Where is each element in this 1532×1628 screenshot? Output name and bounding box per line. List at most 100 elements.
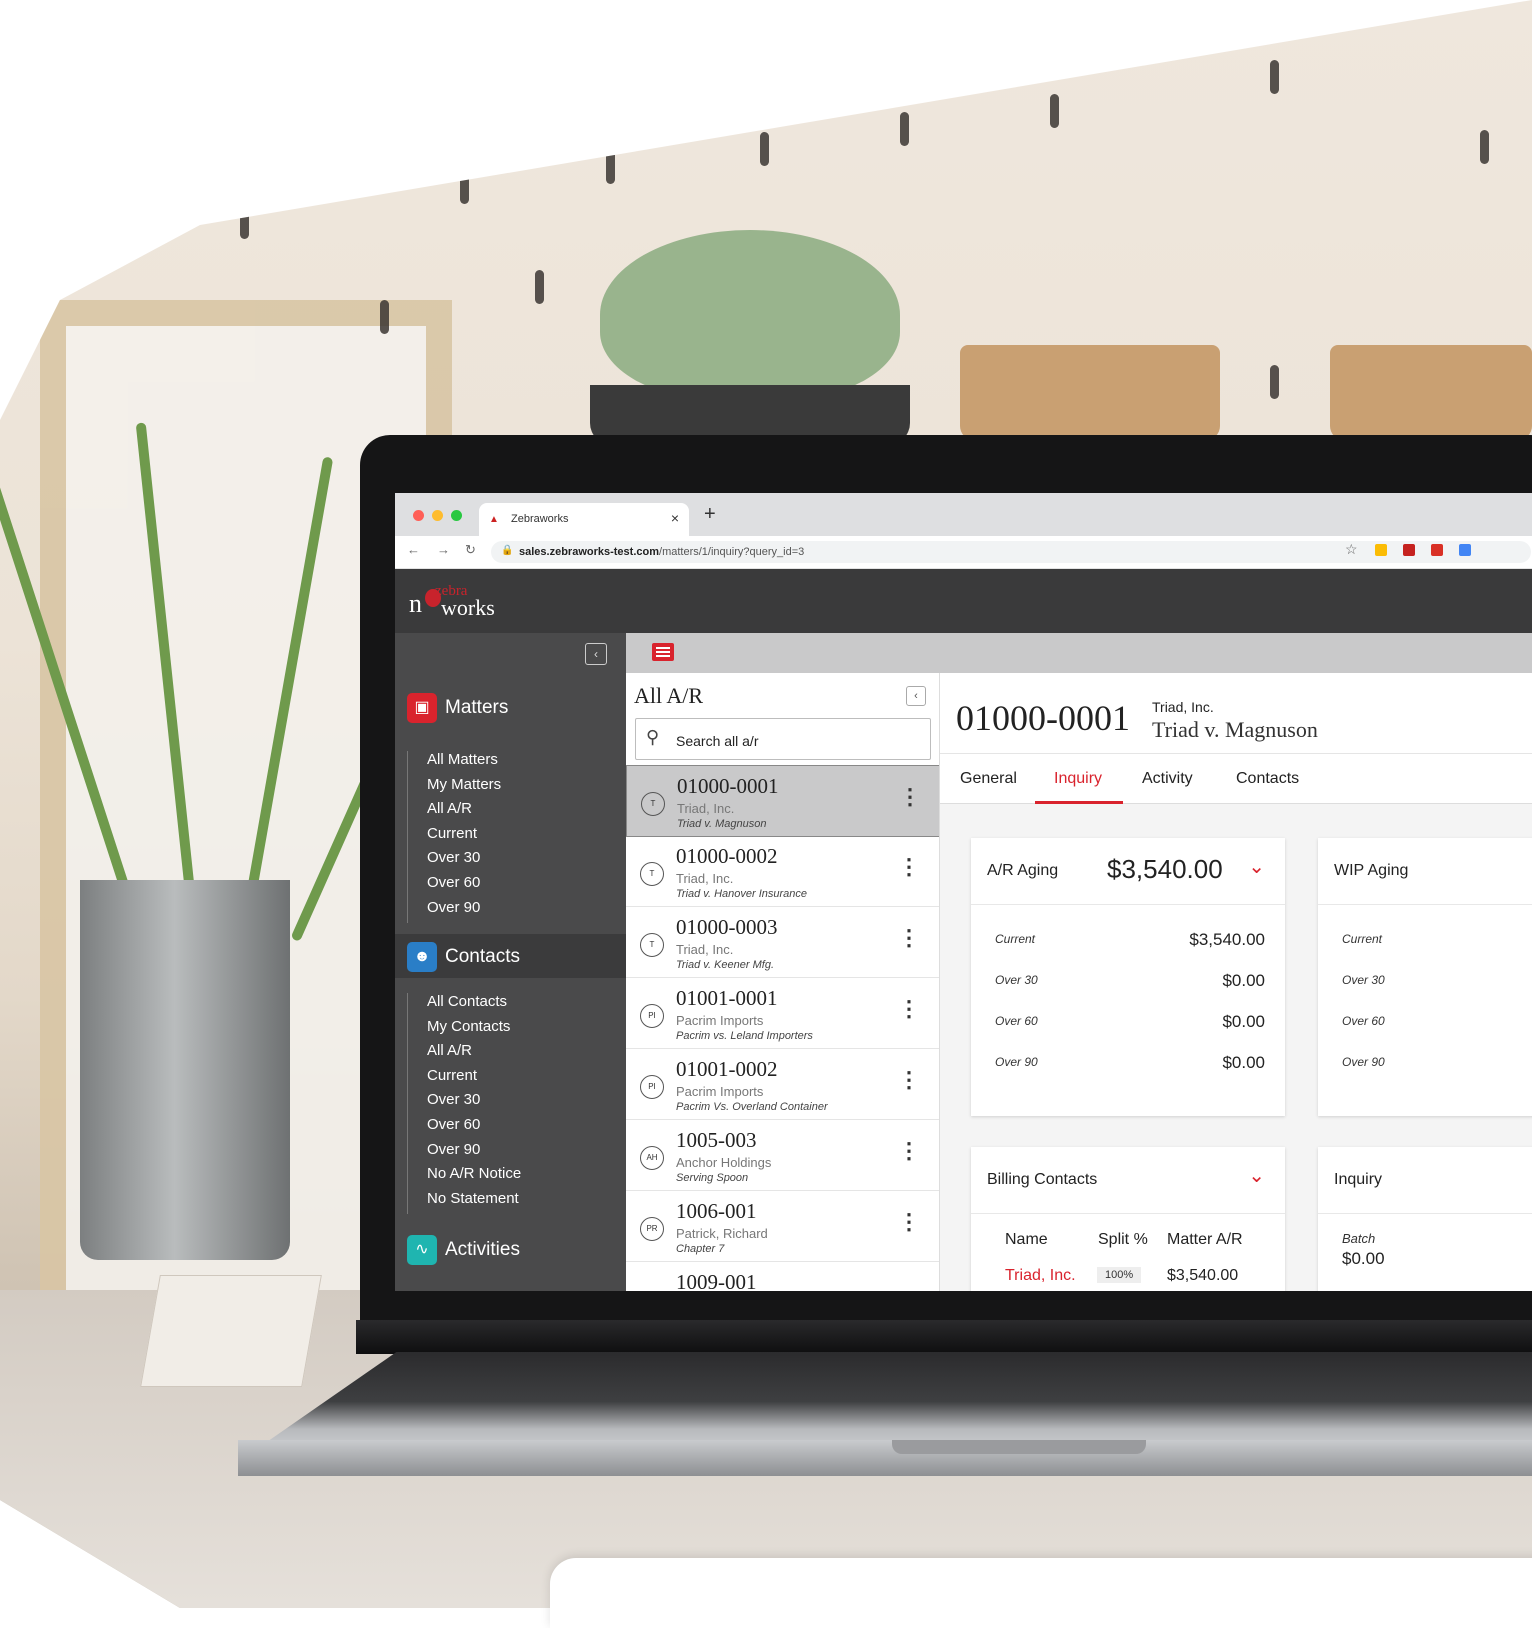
client-name: Triad, Inc. bbox=[677, 801, 735, 816]
laptop-front-edge bbox=[238, 1440, 1532, 1476]
client-name: Pacrim Imports bbox=[676, 1084, 764, 1099]
more-options-icon[interactable]: ⋮ bbox=[898, 1067, 920, 1093]
list-item[interactable]: T 01000-0003 Triad, Inc. Triad v. Keener… bbox=[626, 907, 939, 978]
sidebar-item-all-ar[interactable]: All A/R bbox=[408, 1042, 521, 1067]
sidebar-item-current[interactable]: Current bbox=[408, 825, 501, 850]
sidebar-item-over-60[interactable]: Over 60 bbox=[408, 1116, 521, 1141]
sidebar-item-current[interactable]: Current bbox=[408, 1067, 521, 1092]
sidebar-item-all-matters[interactable]: All Matters bbox=[408, 751, 501, 776]
bookmark-star-icon[interactable]: ☆ bbox=[1345, 541, 1358, 558]
pegboard-hole bbox=[240, 205, 249, 239]
pegboard-hole bbox=[1480, 130, 1489, 164]
close-window-button[interactable] bbox=[413, 510, 424, 521]
batch-value: $0.00 bbox=[1342, 1249, 1385, 1268]
aging-label: Over 90 bbox=[995, 1055, 1038, 1069]
billing-contacts-card: Billing Contacts ⌄ Name Split % Matter A… bbox=[971, 1147, 1285, 1291]
more-options-icon[interactable]: ⋮ bbox=[898, 925, 920, 951]
list-item[interactable]: AH 1005-003 Anchor Holdings Serving Spoo… bbox=[626, 1120, 939, 1191]
pegboard-hole bbox=[1270, 60, 1279, 94]
tab-activity[interactable]: Activity bbox=[1142, 770, 1193, 788]
search-input[interactable]: ⚲ Search all a/r bbox=[635, 718, 931, 760]
billing-contact-link[interactable]: Triad, Inc. bbox=[1005, 1267, 1076, 1285]
batch-label: Batch bbox=[1342, 1231, 1376, 1246]
sidebar-item-over-90[interactable]: Over 90 bbox=[408, 1141, 521, 1166]
aging-label: Current bbox=[1342, 932, 1383, 946]
card-title: Billing Contacts bbox=[987, 1171, 1098, 1188]
search-placeholder: Search all a/r bbox=[676, 733, 759, 749]
list-item[interactable]: PI 01001-0002 Pacrim Imports Pacrim Vs. … bbox=[626, 1049, 939, 1120]
aging-value: $0.00 bbox=[1222, 1012, 1265, 1031]
case-name: Pacrim vs. Leland Importers bbox=[676, 1030, 813, 1042]
sidebar-section-activities[interactable]: ∿ Activities bbox=[395, 1227, 626, 1271]
avatar: AH bbox=[640, 1146, 664, 1170]
tab-inquiry[interactable]: Inquiry bbox=[1054, 770, 1102, 788]
sidebar-item-over-30[interactable]: Over 30 bbox=[408, 849, 501, 874]
column-header: Matter A/R bbox=[1167, 1231, 1243, 1248]
sidebar-item-over-90[interactable]: Over 90 bbox=[408, 899, 501, 924]
back-arrow-icon[interactable]: ← bbox=[407, 542, 420, 557]
case-name: Chapter 7 bbox=[676, 1243, 725, 1255]
sidebar-item-no-ar-notice[interactable]: No A/R Notice bbox=[408, 1165, 521, 1190]
aging-label: Current bbox=[995, 932, 1036, 946]
minimize-window-button[interactable] bbox=[432, 510, 443, 521]
browser-address-bar: ← → ↻ 🔒 sales.zebraworks-test.com/matter… bbox=[395, 536, 1532, 569]
tab-contacts[interactable]: Contacts bbox=[1236, 770, 1299, 788]
collapse-list-button[interactable]: ‹ bbox=[906, 686, 926, 706]
sidebar-item-my-contacts[interactable]: My Contacts bbox=[408, 1018, 521, 1043]
more-options-icon[interactable]: ⋮ bbox=[898, 1209, 920, 1235]
gmail-extension-icon[interactable] bbox=[1403, 544, 1415, 556]
more-options-icon[interactable]: ⋮ bbox=[899, 784, 921, 810]
calendar-extension-icon[interactable] bbox=[1431, 544, 1443, 556]
sidebar-section-contacts[interactable]: ☻ Contacts bbox=[395, 934, 626, 978]
more-options-icon[interactable]: ⋮ bbox=[898, 854, 920, 880]
aging-label: Over 30 bbox=[1342, 973, 1385, 987]
notebook bbox=[140, 1275, 322, 1387]
list-item[interactable]: T 01000-0002 Triad, Inc. Triad v. Hanove… bbox=[626, 836, 939, 907]
avatar: T bbox=[640, 862, 664, 886]
aging-value: $0.00 bbox=[1222, 1053, 1265, 1072]
briefcase-icon: ▣ bbox=[407, 693, 437, 723]
maximize-window-button[interactable] bbox=[451, 510, 462, 521]
more-options-icon[interactable]: ⋮ bbox=[898, 1138, 920, 1164]
translate-extension-icon[interactable] bbox=[1459, 544, 1471, 556]
sidebar-item-over-30[interactable]: Over 30 bbox=[408, 1091, 521, 1116]
forward-arrow-icon[interactable]: → bbox=[437, 542, 450, 557]
laptop-hinge bbox=[356, 1320, 1532, 1354]
list-item[interactable]: 1009-001 bbox=[626, 1262, 939, 1291]
more-options-icon[interactable]: ⋮ bbox=[898, 996, 920, 1022]
client-name: Pacrim Imports bbox=[676, 1013, 764, 1028]
list-view-icon[interactable] bbox=[652, 643, 674, 661]
metal-planter bbox=[80, 880, 290, 1260]
sidebar-item-no-statement[interactable]: No Statement bbox=[408, 1190, 521, 1215]
reload-icon[interactable]: ↻ bbox=[465, 542, 476, 558]
logo-n: n bbox=[409, 589, 422, 618]
close-tab-icon[interactable]: × bbox=[671, 510, 679, 526]
list-item[interactable]: PR 1006-001 Patrick, Richard Chapter 7 ⋮ bbox=[626, 1191, 939, 1262]
pegboard-hole bbox=[1050, 94, 1059, 128]
browser-tab[interactable]: ▲ Zebraworks × bbox=[479, 503, 689, 536]
matter-header: 01000-0001 Triad, Inc. Triad v. Magnuson… bbox=[940, 673, 1532, 804]
tab-general[interactable]: General bbox=[960, 770, 1017, 788]
matter-number: 01000-0001 bbox=[677, 774, 779, 798]
new-tab-icon[interactable]: + bbox=[704, 503, 716, 526]
drive-extension-icon[interactable] bbox=[1375, 544, 1387, 556]
sidebar-section-matters[interactable]: ▣ Matters bbox=[395, 685, 626, 729]
divider bbox=[1318, 904, 1532, 905]
sidebar-item-my-matters[interactable]: My Matters bbox=[408, 776, 501, 801]
collapse-sidebar-button[interactable]: ‹ bbox=[585, 643, 607, 665]
chevron-down-icon[interactable]: ⌄ bbox=[1248, 1163, 1265, 1188]
case-name: Triad v. Hanover Insurance bbox=[676, 888, 808, 900]
sidebar-section-label: Activities bbox=[445, 1239, 520, 1260]
sidebar-item-all-contacts[interactable]: All Contacts bbox=[408, 993, 521, 1018]
matter-case: Triad v. Magnuson bbox=[1152, 717, 1318, 742]
laptop-screen: ▲ Zebraworks × + ← → ↻ 🔒 sales.zebrawork… bbox=[395, 493, 1532, 1291]
url-host: sales.zebraworks-test.com bbox=[519, 546, 660, 558]
list-item[interactable]: PI 01001-0001 Pacrim Imports Pacrim vs. … bbox=[626, 978, 939, 1049]
chevron-down-icon[interactable]: ⌄ bbox=[1248, 854, 1265, 879]
column-header: Split % bbox=[1098, 1231, 1148, 1248]
sidebar-item-over-60[interactable]: Over 60 bbox=[408, 874, 501, 899]
matter-number: 1006-001 bbox=[676, 1199, 757, 1223]
avatar: PI bbox=[640, 1075, 664, 1099]
sidebar-item-all-ar[interactable]: All A/R bbox=[408, 800, 501, 825]
list-item[interactable]: T 01000-0001 Triad, Inc. Triad v. Magnus… bbox=[626, 765, 939, 837]
